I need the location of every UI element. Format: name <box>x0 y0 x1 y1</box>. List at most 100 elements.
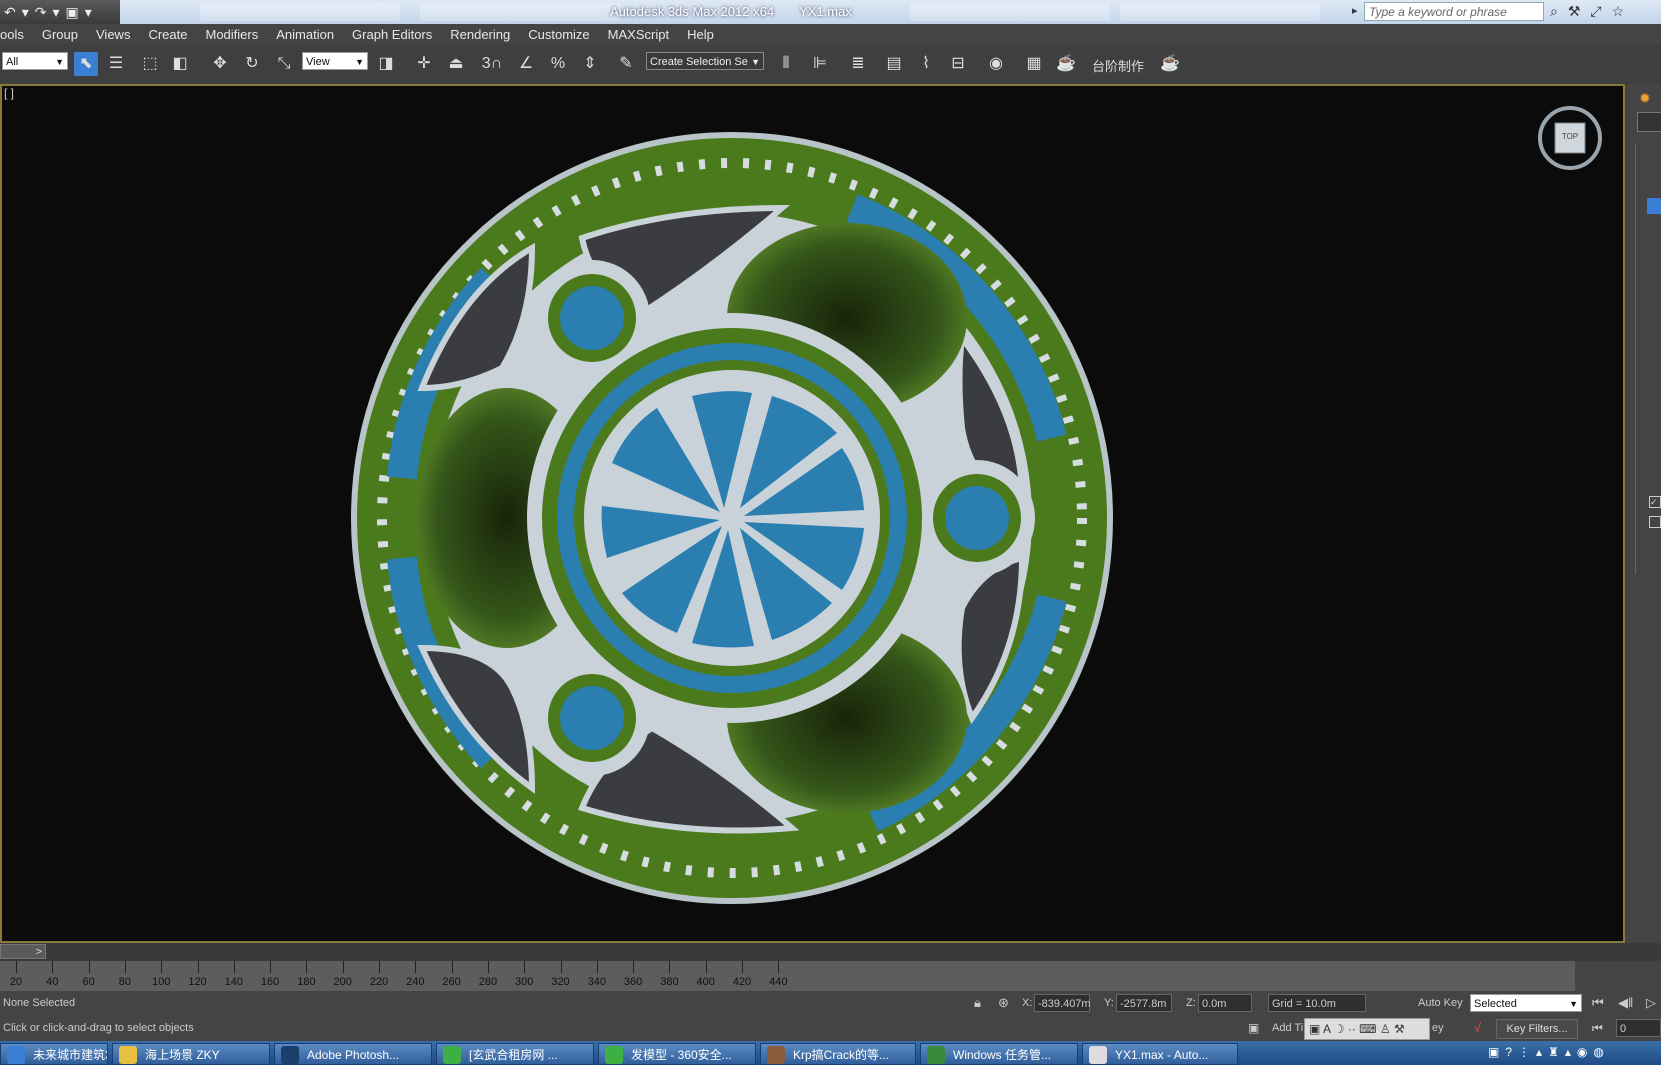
keyboard-icon[interactable]: ⌨ <box>1359 1022 1376 1036</box>
time-slider-handle[interactable]: > <box>0 944 46 959</box>
graphite-ribbon-icon[interactable]: ▤ <box>882 52 906 76</box>
add-time-tag-icon[interactable]: ▣ <box>1248 1019 1259 1037</box>
undo-icon[interactable]: ↶ <box>4 4 16 21</box>
menu-graph-editors[interactable]: Graph Editors <box>343 27 441 42</box>
key-mode-toggle-icon[interactable]: ⏮ <box>1592 1019 1603 1037</box>
menu-group[interactable]: Group <box>33 27 87 42</box>
wrench-icon[interactable]: ⚒ <box>1568 3 1581 20</box>
menu-help[interactable]: Help <box>678 27 723 42</box>
ime-tray-icon[interactable]: ▣ <box>1488 1045 1499 1059</box>
x-coordinate-field[interactable]: -839.407m <box>1034 994 1091 1012</box>
render-production-icon[interactable]: ☕ <box>1158 52 1182 76</box>
safe-icon[interactable]: ◍ <box>1593 1045 1603 1059</box>
snaps-toggle-icon[interactable]: 3∩ <box>480 52 504 76</box>
taskbar-button[interactable]: 海上场景 ZKY <box>112 1043 270 1065</box>
select-by-name-icon[interactable]: ☰ <box>104 52 128 76</box>
taskbar-button[interactable]: Adobe Photosh... <box>274 1043 432 1065</box>
pivot-center-icon[interactable]: ◨ <box>374 52 398 76</box>
viewport-top[interactable] <box>0 84 1625 943</box>
set-key-label[interactable]: ey <box>1432 1019 1444 1037</box>
checkbox-checked[interactable]: ✓ <box>1649 496 1661 508</box>
binoculars-icon[interactable]: ⌕ <box>1550 3 1558 20</box>
angle-snap-icon[interactable]: ∠ <box>514 52 538 76</box>
render-setup-icon[interactable]: ▦ <box>1022 52 1046 76</box>
spinner-snap-icon[interactable]: ⇕ <box>578 52 602 76</box>
menu-rendering[interactable]: Rendering <box>441 27 519 42</box>
rectangular-selection-icon[interactable]: ⬚ <box>138 52 162 76</box>
font-icon[interactable]: A <box>1323 1022 1330 1036</box>
sun-icon[interactable]: ✹ <box>1639 90 1651 107</box>
moon-icon[interactable]: ☽ <box>1334 1022 1345 1036</box>
edit-named-selection-icon[interactable]: ✎ <box>614 52 638 76</box>
tray-up-icon[interactable]: ▴ <box>1565 1045 1571 1059</box>
add-time-tag-button[interactable]: Add Ti <box>1272 1019 1303 1037</box>
project-folder-icon[interactable]: ▣ <box>66 4 79 21</box>
move-icon[interactable]: ✥ <box>208 52 232 76</box>
arrow-up-icon[interactable]: ▴ <box>1536 1045 1542 1059</box>
time-slider[interactable] <box>0 943 1661 961</box>
key-filters-button[interactable]: Key Filters... <box>1496 1019 1578 1039</box>
wrench-icon[interactable]: ⚒ <box>1394 1022 1405 1036</box>
menu-create[interactable]: Create <box>139 27 196 42</box>
taskbar-button[interactable]: 未来城市建筑3d... <box>0 1043 108 1065</box>
dropdown-icon[interactable]: ▾ <box>22 4 29 21</box>
ime-mode-icon[interactable]: ▣ <box>1309 1022 1320 1036</box>
redo-icon[interactable]: ↷ <box>35 4 47 21</box>
menu-modifiers[interactable]: Modifiers <box>196 27 267 42</box>
toolbar-custom-label[interactable]: 台阶制作 <box>1092 56 1144 75</box>
keyboard-shortcut-override-icon[interactable]: ⏏ <box>444 52 468 76</box>
select-manipulate-icon[interactable]: ✛ <box>412 52 436 76</box>
viewcube[interactable]: TOP <box>1536 102 1604 178</box>
menu-animation[interactable]: Animation <box>267 27 343 42</box>
absolute-mode-icon[interactable]: ⊛ <box>998 994 1009 1012</box>
taskbar-button[interactable]: 发模型 - 360安全... <box>598 1043 756 1065</box>
taskbar-button[interactable]: Windows 任务管... <box>920 1043 1078 1065</box>
layer-manager-icon[interactable]: ≣ <box>846 52 870 76</box>
schematic-view-icon[interactable]: ⊟ <box>946 52 970 76</box>
taskbar-button[interactable]: YX1.max - Auto... <box>1082 1043 1238 1065</box>
help-icon[interactable]: ? <box>1505 1045 1512 1059</box>
align-icon[interactable]: ⊫ <box>808 52 832 76</box>
menu-tools[interactable]: ools <box>0 27 33 42</box>
select-object-icon[interactable]: ⬉ <box>74 52 98 76</box>
search-input[interactable]: Type a keyword or phrase <box>1364 2 1544 21</box>
selection-filter-dropdown[interactable]: All ▼ <box>2 52 68 70</box>
star-icon[interactable]: ☆ <box>1612 3 1625 20</box>
window-crossing-icon[interactable]: ◧ <box>168 52 192 76</box>
material-editor-icon[interactable]: ◉ <box>984 52 1008 76</box>
scale-icon[interactable]: ⤡ <box>272 52 296 76</box>
percent-snap-icon[interactable]: % <box>546 52 570 76</box>
reference-coordinate-dropdown[interactable]: View ▼ <box>302 52 368 70</box>
y-coordinate-field[interactable]: -2577.8m <box>1116 994 1172 1012</box>
user-icon[interactable]: ♙ <box>1380 1022 1391 1036</box>
z-coordinate-field[interactable]: 0.0m <box>1198 994 1252 1012</box>
menu-views[interactable]: Views <box>87 27 139 42</box>
current-frame-field[interactable]: 0 <box>1616 1019 1661 1037</box>
rendered-frame-window-icon[interactable]: ☕ <box>1054 52 1078 76</box>
exchange-icon[interactable]: ⤢ <box>1590 3 1601 20</box>
punctuation-icon[interactable]: ·· <box>1348 1022 1356 1036</box>
key-mode-dropdown[interactable]: Selected ▼ <box>1470 994 1582 1012</box>
go-to-start-icon[interactable]: ⏮ <box>1592 994 1604 1012</box>
taskbar-button[interactable]: [玄武合租房网 ... <box>436 1043 594 1065</box>
customize-qat-icon[interactable]: ▾ <box>85 4 92 21</box>
menu-customize[interactable]: Customize <box>519 27 598 42</box>
selected-item[interactable] <box>1647 198 1661 214</box>
mirror-icon[interactable]: ⫴ <box>774 52 798 76</box>
ime-toolbar[interactable]: ▣ A ☽ ·· ⌨ ♙ ⚒ <box>1304 1018 1430 1040</box>
rotate-icon[interactable]: ↻ <box>240 52 264 76</box>
network-icon[interactable]: ⋮ <box>1518 1045 1530 1059</box>
lock-icon[interactable]: 🔒︎ <box>974 994 981 1012</box>
360-icon[interactable]: ◉ <box>1577 1045 1587 1059</box>
checkbox[interactable] <box>1649 516 1661 528</box>
key-curve-icon[interactable]: √ <box>1474 1019 1481 1037</box>
play-icon[interactable]: ▷ <box>1646 994 1656 1012</box>
previous-frame-icon[interactable]: ◀‖ <box>1618 994 1633 1012</box>
taskbar-button[interactable]: Krp搞Crack的等... <box>760 1043 916 1065</box>
panel-field[interactable] <box>1637 112 1661 132</box>
android-icon[interactable]: ♜ <box>1548 1045 1559 1059</box>
dropdown-icon[interactable]: ▾ <box>53 4 60 21</box>
named-selection-set-dropdown[interactable]: Create Selection Se ▼ <box>646 52 764 70</box>
menu-maxscript[interactable]: MAXScript <box>599 27 678 42</box>
search-expand-icon[interactable]: ▸ <box>1352 4 1358 17</box>
